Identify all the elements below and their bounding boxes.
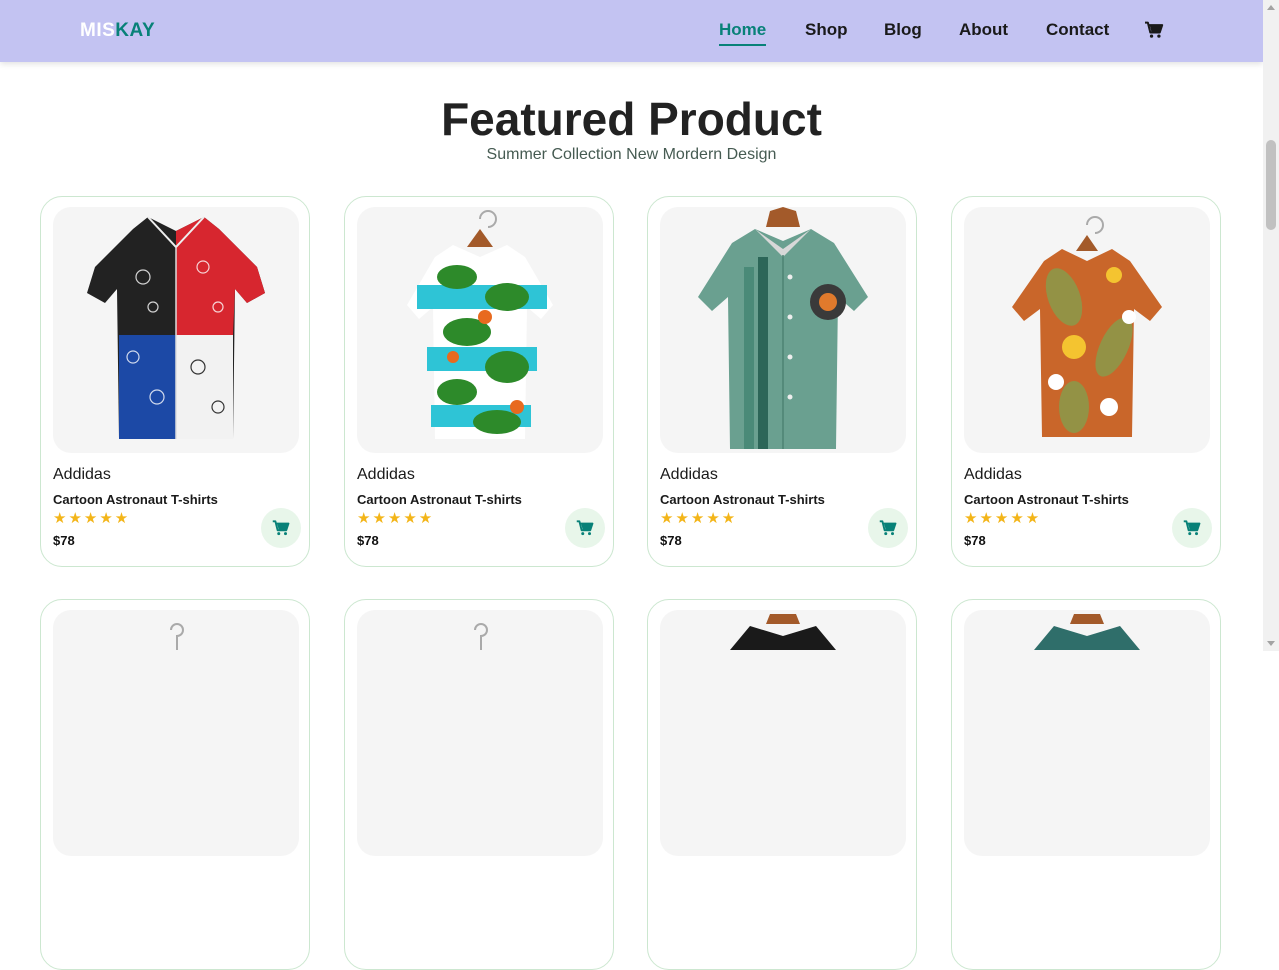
- product-image[interactable]: [964, 207, 1210, 453]
- cart-icon: [272, 520, 290, 536]
- product-card[interactable]: Addidas Cartoon Astronaut T-shirts ★★★★★…: [40, 196, 310, 567]
- add-to-cart-button[interactable]: [1172, 508, 1212, 548]
- nav-blog[interactable]: Blog: [884, 20, 922, 40]
- product-image[interactable]: [964, 610, 1210, 856]
- orange-floral-shirt-icon: [1012, 216, 1162, 437]
- hanger-icon: [170, 623, 184, 650]
- product-image[interactable]: [357, 207, 603, 453]
- dark-shirt-icon: [730, 614, 836, 650]
- product-name[interactable]: Cartoon Astronaut T-shirts: [53, 492, 218, 507]
- paisley-patchwork-shirt-icon: [87, 216, 265, 439]
- product-name[interactable]: Cartoon Astronaut T-shirts: [660, 492, 825, 507]
- product-image[interactable]: [660, 610, 906, 856]
- nav-home[interactable]: Home: [719, 20, 767, 46]
- product-image[interactable]: [660, 207, 906, 453]
- logo[interactable]: MISKAY: [80, 20, 155, 42]
- teal-shirt-icon: [1034, 614, 1140, 650]
- section-subtitle: Summer Collection New Mordern Design: [486, 146, 777, 163]
- product-price: $78: [660, 533, 682, 548]
- nav-about[interactable]: About: [959, 20, 1008, 40]
- site-header: MISKAY Home Shop Blog About Contact: [0, 0, 1263, 62]
- product-card[interactable]: [951, 599, 1221, 970]
- nav-shop[interactable]: Shop: [805, 20, 848, 40]
- nav-contact[interactable]: Contact: [1046, 20, 1109, 40]
- product-brand: Addidas: [660, 466, 718, 483]
- product-image[interactable]: [53, 207, 299, 453]
- product-card[interactable]: Addidas Cartoon Astronaut T-shirts ★★★★★…: [647, 196, 917, 567]
- product-brand: Addidas: [357, 466, 415, 483]
- add-to-cart-button[interactable]: [261, 508, 301, 548]
- product-card[interactable]: Addidas Cartoon Astronaut T-shirts ★★★★★…: [951, 196, 1221, 567]
- product-brand: Addidas: [964, 466, 1022, 483]
- hanger-icon: [474, 623, 488, 650]
- product-card[interactable]: [40, 599, 310, 970]
- product-card[interactable]: [344, 599, 614, 970]
- product-name[interactable]: Cartoon Astronaut T-shirts: [964, 492, 1129, 507]
- scroll-up-arrow-icon[interactable]: [1267, 5, 1275, 10]
- star-rating: ★★★★★: [357, 510, 435, 527]
- cart-icon: [1183, 520, 1201, 536]
- product-price: $78: [964, 533, 986, 548]
- section-title: Featured Product: [441, 93, 822, 145]
- page-scrollbar[interactable]: [1263, 0, 1279, 651]
- product-name[interactable]: Cartoon Astronaut T-shirts: [357, 492, 522, 507]
- product-image[interactable]: [357, 610, 603, 856]
- scrollbar-thumb[interactable]: [1266, 140, 1276, 230]
- star-rating: ★★★★★: [53, 510, 131, 527]
- product-image[interactable]: [53, 610, 299, 856]
- product-price: $78: [357, 533, 379, 548]
- cart-icon[interactable]: [1144, 21, 1164, 41]
- product-price: $78: [53, 533, 75, 548]
- green-bowling-shirt-icon: [698, 207, 868, 449]
- tropical-leaf-shirt-icon: [407, 210, 553, 439]
- product-card[interactable]: [647, 599, 917, 970]
- product-brand: Addidas: [53, 466, 111, 483]
- scroll-down-arrow-icon[interactable]: [1267, 641, 1275, 646]
- cart-icon: [879, 520, 897, 536]
- cart-icon: [576, 520, 594, 536]
- product-card[interactable]: Addidas Cartoon Astronaut T-shirts ★★★★★…: [344, 196, 614, 567]
- add-to-cart-button[interactable]: [565, 508, 605, 548]
- star-rating: ★★★★★: [660, 510, 738, 527]
- add-to-cart-button[interactable]: [868, 508, 908, 548]
- star-rating: ★★★★★: [964, 510, 1042, 527]
